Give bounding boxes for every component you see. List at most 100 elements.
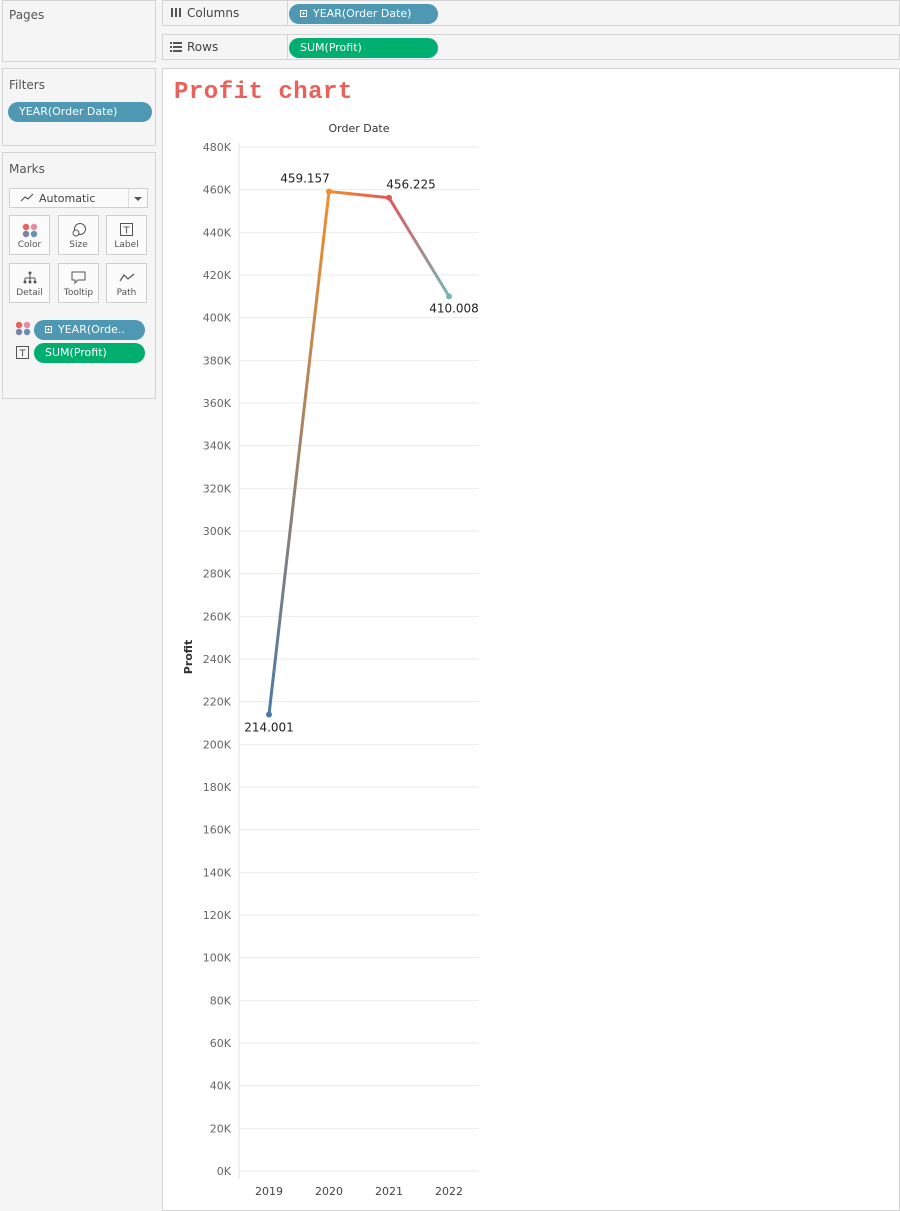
data-label: 459.157 (280, 171, 330, 185)
rows-label: Rows (187, 40, 219, 54)
line-segment (327, 189, 391, 200)
y-tick-label: 180K (203, 781, 232, 794)
filters-title: Filters (9, 78, 45, 92)
label-button-label: Label (114, 240, 139, 250)
path-button-label: Path (116, 288, 137, 298)
line-segment (387, 196, 451, 298)
column-header: Order Date (328, 122, 389, 135)
y-tick-label: 320K (203, 482, 232, 495)
y-tick-label: 80K (210, 994, 232, 1007)
y-tick-label: 20K (210, 1122, 232, 1135)
y-tick-label: 0K (217, 1165, 232, 1178)
rows-pill-profit[interactable]: SUM(Profit) (289, 38, 438, 58)
columns-shelf-header: Columns (163, 1, 288, 25)
svg-text:T: T (18, 349, 26, 360)
label-button[interactable]: T Label (106, 215, 147, 255)
color-button[interactable]: Color (9, 215, 50, 255)
y-axis-ticks: 0K 20K 40K 60K 80K 100K 120K 140K 160K 180K 200K 22… (203, 141, 232, 1178)
y-tick-label: 380K (203, 354, 232, 367)
columns-pill-label: YEAR(Order Date) (313, 7, 412, 20)
series-points (266, 188, 452, 718)
label-field-icon: T (16, 346, 29, 360)
pages-title: Pages (9, 8, 45, 22)
expand-icon (45, 326, 52, 333)
y-tick-label: 340K (203, 440, 232, 453)
detail-button[interactable]: Detail (9, 263, 50, 303)
marks-field-profit[interactable]: SUM(Profit) (34, 343, 145, 363)
y-tick-label: 420K (203, 269, 232, 282)
filter-pill-label: YEAR(Order Date) (19, 105, 118, 118)
y-tick-label: 100K (203, 952, 232, 965)
y-tick-label: 240K (203, 653, 232, 666)
line-segment (267, 189, 331, 716)
series-line (267, 189, 451, 716)
mark-type-dropdown[interactable]: Automatic (9, 188, 148, 208)
pages-card[interactable]: Pages (2, 0, 156, 62)
x-tick-label: 2022 (435, 1185, 463, 1198)
y-tick-label: 140K (203, 866, 232, 879)
data-point (386, 194, 392, 201)
path-icon (119, 273, 135, 282)
y-tick-label: 40K (210, 1080, 232, 1093)
svg-text:T: T (122, 226, 130, 237)
data-point (326, 188, 332, 195)
chart-view: Profit chart Order Date Profit 0K 20K 40K 6… (162, 68, 900, 1211)
line-mark-icon (20, 193, 34, 202)
marks-field-year[interactable]: YEAR(Orde.. (34, 320, 145, 340)
text-label-icon: T (120, 223, 133, 237)
tooltip-button[interactable]: Tooltip (58, 263, 99, 303)
data-labels: 214.001 459.157 456.225 410.008 (244, 171, 479, 734)
y-tick-label: 480K (203, 141, 232, 154)
y-tick-label: 160K (203, 824, 232, 837)
y-tick-label: 360K (203, 397, 232, 410)
size-icon (72, 223, 86, 237)
y-tick-label: 460K (203, 184, 232, 197)
detail-icon (23, 271, 37, 284)
color-button-label: Color (17, 240, 42, 250)
columns-icon (170, 6, 182, 21)
size-button-label: Size (69, 240, 88, 250)
x-tick-label: 2021 (375, 1185, 403, 1198)
data-label: 410.008 (429, 301, 479, 315)
data-point (446, 293, 452, 300)
y-tick-label: 120K (203, 909, 232, 922)
line-chart: Order Date Profit 0K 20K 40K 60K 80K 100K 120K… (182, 122, 479, 1198)
columns-shelf[interactable]: Columns YEAR(Order Date) (162, 0, 900, 26)
marks-field-year-label: YEAR(Orde.. (58, 323, 125, 336)
rows-pill-label: SUM(Profit) (300, 41, 362, 54)
y-tick-label: 220K (203, 696, 232, 709)
rows-shelf-header: Rows (163, 35, 288, 59)
color-icon (22, 223, 38, 238)
mark-type-label: Automatic (39, 192, 96, 205)
tooltip-icon (71, 271, 86, 285)
expand-icon (300, 10, 307, 17)
y-tick-label: 60K (210, 1037, 232, 1050)
rows-shelf[interactable]: Rows SUM(Profit) (162, 34, 900, 60)
chevron-down-icon (128, 189, 147, 207)
data-label: 214.001 (244, 720, 294, 734)
y-tick-label: 400K (203, 312, 232, 325)
columns-pill-year[interactable]: YEAR(Order Date) (289, 4, 438, 24)
x-tick-label: 2020 (315, 1185, 343, 1198)
marks-field-profit-label: SUM(Profit) (45, 346, 107, 359)
color-field-icon (15, 321, 31, 336)
columns-label: Columns (187, 6, 240, 20)
data-label: 456.225 (386, 178, 436, 192)
x-axis-ticks: 2019 2020 2021 2022 (255, 1185, 463, 1198)
path-button[interactable]: Path (106, 263, 147, 303)
data-point (266, 711, 272, 718)
y-tick-label: 200K (203, 738, 232, 751)
rows-icon (170, 40, 182, 55)
tooltip-button-label: Tooltip (63, 288, 94, 298)
size-button[interactable]: Size (58, 215, 99, 255)
x-tick-label: 2019 (255, 1185, 283, 1198)
y-tick-label: 440K (203, 226, 232, 239)
y-tick-label: 300K (203, 525, 232, 538)
marks-title: Marks (9, 162, 45, 176)
y-axis-title: Profit (182, 640, 195, 674)
y-tick-label: 260K (203, 610, 232, 623)
filter-pill-year[interactable]: YEAR(Order Date) (8, 102, 152, 122)
detail-button-label: Detail (16, 288, 43, 298)
filters-card: Filters YEAR(Order Date) (2, 68, 156, 146)
y-tick-label: 280K (203, 568, 232, 581)
